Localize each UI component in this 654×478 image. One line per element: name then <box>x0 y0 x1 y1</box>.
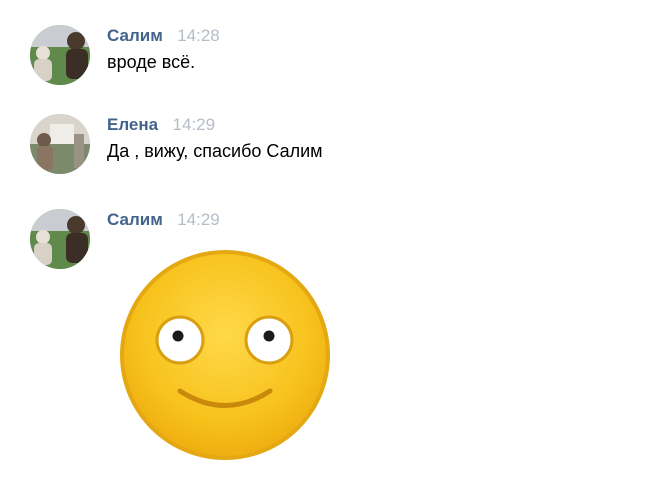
smiley-face-sticker-icon[interactable] <box>118 248 332 462</box>
message-time[interactable]: 14:28 <box>177 26 220 45</box>
author-name[interactable]: Салим <box>107 26 163 45</box>
message-text: вроде всё. <box>107 52 196 72</box>
message-text: Да , вижу, спасибо Салим <box>107 141 323 161</box>
smiley-face-icon <box>120 250 330 460</box>
user-avatar-salim-icon <box>30 25 90 85</box>
user-avatar-elena-icon <box>30 114 90 174</box>
avatar[interactable] <box>30 25 90 85</box>
message-body: Салим 14:29 <box>107 209 220 231</box>
message-header: Елена 14:29 <box>107 114 323 136</box>
avatar[interactable] <box>30 209 90 269</box>
message-header: Салим 14:28 <box>107 25 220 47</box>
chat-history: Салим 14:28 вроде всё. Елена 14:29 Да , … <box>0 0 654 478</box>
message-body: Елена 14:29 Да , вижу, спасибо Салим <box>107 114 323 162</box>
author-name[interactable]: Салим <box>107 210 163 229</box>
message-time[interactable]: 14:29 <box>177 210 220 229</box>
author-name[interactable]: Елена <box>107 115 158 134</box>
message-body: Салим 14:28 вроде всё. <box>107 25 220 73</box>
user-avatar-salim-icon <box>30 209 90 269</box>
message-time[interactable]: 14:29 <box>173 115 216 134</box>
avatar[interactable] <box>30 114 90 174</box>
message-header: Салим 14:29 <box>107 209 220 231</box>
